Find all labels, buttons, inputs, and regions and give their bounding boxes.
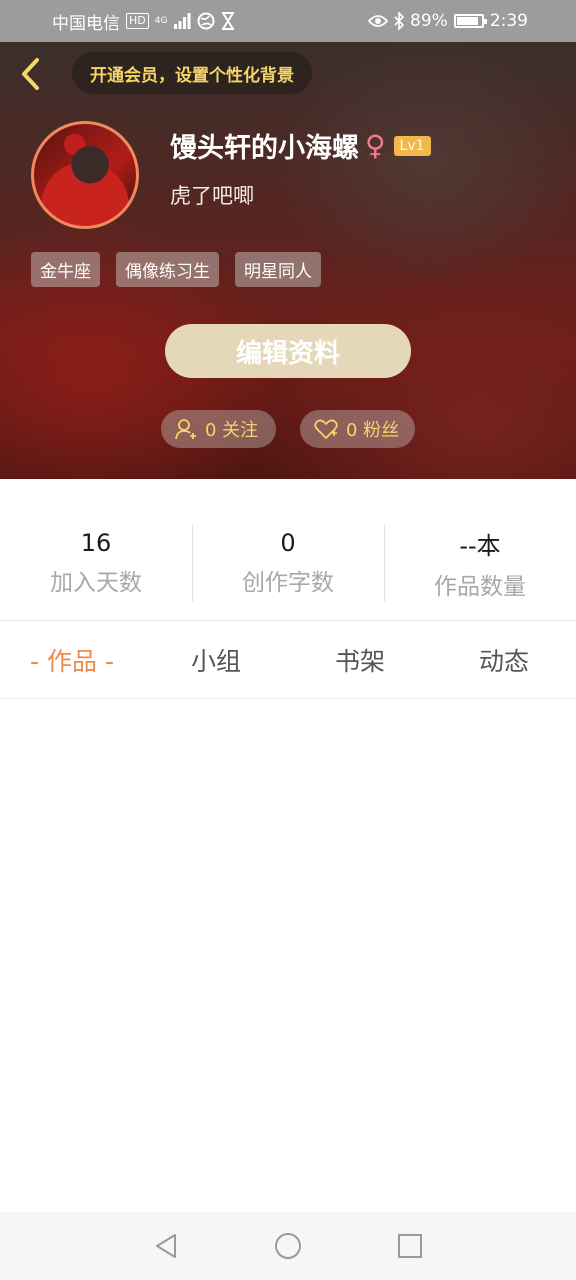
back-button[interactable] [14, 56, 46, 92]
nav-recent-icon [398, 1234, 422, 1258]
username-row: 馒头轩的小海螺 ♀ Lv1 [170, 126, 431, 165]
nav-home-button[interactable] [273, 1231, 303, 1261]
tab-groups[interactable]: 小组 [144, 642, 288, 678]
fans-button[interactable]: 0 粉丝 [300, 410, 415, 448]
carrier-name: 中国电信 [52, 13, 120, 34]
tag-list: 金牛座 偶像练习生 明星同人 [31, 252, 321, 287]
tab-bar: - 作品 - 小组 书架 动态 [0, 622, 576, 698]
heart-icon [314, 419, 338, 440]
nav-back-icon [156, 1234, 176, 1258]
status-left: 中国电信 HD 4G [52, 9, 235, 34]
battery-fill [456, 17, 479, 25]
avatar[interactable] [31, 121, 139, 229]
tag-item: 明星同人 [235, 252, 321, 287]
divider [0, 620, 576, 621]
stat-value: 0 [280, 529, 296, 557]
vip-promo-button[interactable]: 开通会员，设置个性化背景 [72, 52, 312, 94]
bluetooth-icon [394, 12, 405, 30]
follow-icon [175, 419, 196, 440]
level-badge: Lv1 [393, 135, 431, 156]
profile-header: 开通会员，设置个性化背景 馒头轩的小海螺 ♀ Lv1 虎了吧唧 金牛座 偶像练习… [0, 42, 576, 479]
stat-days-joined: 16 加入天数 [0, 522, 192, 604]
divider [0, 698, 576, 699]
status-right: 89% 2:39 [368, 11, 528, 31]
stat-works-count: --本 作品数量 [384, 522, 576, 604]
nav-back-button[interactable] [151, 1231, 181, 1261]
status-bar: 中国电信 HD 4G 89% 2:39 [0, 0, 576, 42]
edit-profile-button[interactable]: 编辑资料 [165, 324, 411, 378]
tag-item: 偶像练习生 [116, 252, 219, 287]
stat-label: 创作字数 [242, 570, 334, 596]
following-button[interactable]: 0 关注 [161, 410, 276, 448]
tag-item: 金牛座 [31, 252, 100, 287]
stat-value: 16 [80, 529, 112, 557]
stat-label: 加入天数 [50, 570, 142, 596]
bio: 虎了吧唧 [170, 184, 254, 208]
username: 馒头轩的小海螺 [170, 133, 359, 164]
following-count: 0 关注 [205, 420, 259, 441]
battery-icon [453, 14, 487, 28]
signal-icon [174, 13, 191, 29]
system-nav-bar [0, 1212, 576, 1280]
nav-recent-button[interactable] [395, 1231, 425, 1261]
fans-count: 0 粉丝 [346, 420, 400, 441]
tab-bookshelf[interactable]: 书架 [288, 642, 432, 678]
eye-icon [368, 15, 389, 27]
nav-home-icon [275, 1233, 301, 1259]
hd-badge: HD [126, 13, 149, 29]
back-icon [22, 58, 39, 90]
network-type: 4G [154, 15, 168, 26]
hourglass-icon [222, 12, 235, 30]
female-icon: ♀ [365, 129, 386, 162]
stats-row: 16 加入天数 0 创作字数 --本 作品数量 [0, 522, 576, 604]
globe-icon [197, 12, 215, 30]
tab-activity[interactable]: 动态 [432, 642, 576, 678]
stat-value: --本 [459, 531, 501, 560]
battery-percent: 89% [410, 11, 448, 31]
stat-word-count: 0 创作字数 [192, 522, 384, 604]
tab-works[interactable]: - 作品 - [0, 642, 144, 678]
clock: 2:39 [489, 11, 528, 31]
stat-label: 作品数量 [434, 573, 526, 600]
